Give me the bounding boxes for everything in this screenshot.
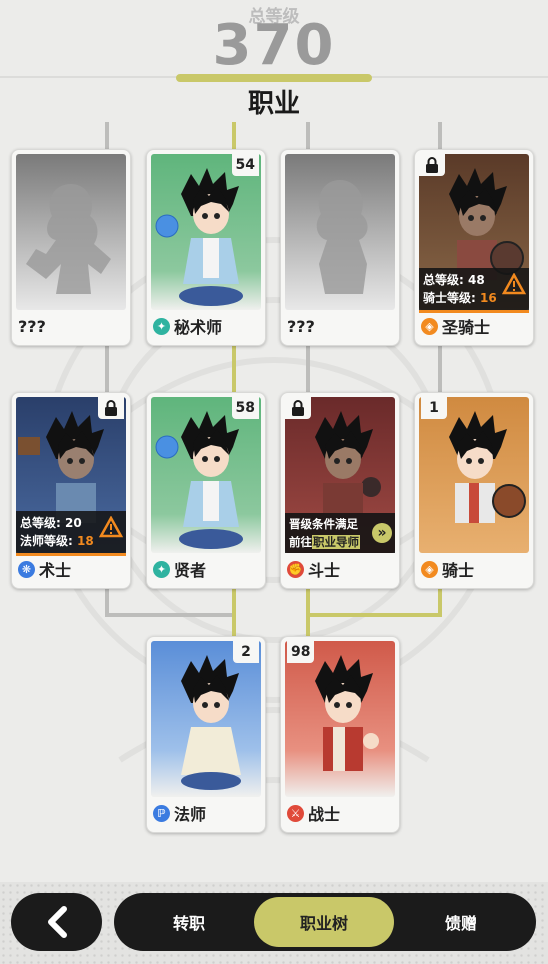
magic-icon: ℙ	[153, 804, 170, 822]
card-brawler[interactable]: 晋级条件满足 前往职业导师 » ✊ 斗士	[280, 392, 400, 589]
promo-text: 前往	[289, 535, 312, 549]
lock-icon	[285, 397, 311, 419]
req-label: 总等级:	[20, 516, 61, 530]
shield-icon: ◈	[421, 560, 438, 578]
sage-portrait	[151, 397, 261, 553]
card-unknown-1[interactable]: ???	[11, 149, 131, 346]
card-sage[interactable]: 58 ✦ 贤者	[146, 392, 266, 589]
class-name: 战士	[308, 805, 341, 824]
arcanist-portrait	[151, 154, 261, 310]
promotion-ready-box[interactable]: 晋级条件满足 前往职业导师 »	[285, 513, 395, 553]
class-name: 秘术师	[174, 318, 223, 337]
double-chevron-icon: »	[372, 523, 392, 543]
fist-icon: ✊	[287, 560, 304, 578]
card-paladin[interactable]: 总等级: 48 骑士等级: 16 ◈ 圣骑士	[414, 149, 534, 346]
card-warrior[interactable]: 98 ⚔ 战士	[280, 636, 400, 833]
back-button[interactable]	[11, 893, 102, 951]
class-name: 斗士	[308, 561, 341, 580]
silhouette-portrait	[16, 154, 126, 310]
class-level-count: 54	[231, 154, 259, 176]
requirement-box: 总等级: 20 法师等级: 18	[16, 511, 126, 553]
card-mage[interactable]: 2 ℙ 法师	[146, 636, 266, 833]
flame-icon: ❋	[18, 560, 35, 578]
req-value: 18	[77, 534, 94, 548]
class-name: 法师	[174, 805, 207, 824]
class-level-count: 98	[287, 641, 315, 663]
class-level-count: 2	[233, 641, 259, 663]
class-name: 圣骑士	[442, 318, 491, 337]
warning-icon	[99, 516, 123, 538]
warrior-portrait	[285, 641, 395, 797]
card-knight[interactable]: 1 ◈ 骑士	[414, 392, 534, 589]
swirl-icon: ✦	[153, 560, 170, 578]
card-unknown-2[interactable]: ???	[280, 149, 400, 346]
class-name: ???	[18, 316, 46, 336]
tab-gift[interactable]: 馈赠	[406, 897, 516, 947]
promo-highlight: 职业导师	[312, 535, 360, 549]
req-value: 16	[480, 291, 497, 305]
req-label: 总等级:	[423, 273, 464, 287]
req-label: 骑士等级:	[423, 291, 476, 305]
bottom-tab-bar: 转职 职业树 馈赠	[114, 893, 536, 951]
chevron-left-icon	[47, 906, 67, 938]
req-label: 法师等级:	[20, 534, 73, 548]
class-name: 术士	[39, 561, 72, 580]
requirement-strip	[16, 553, 126, 556]
swirl-icon: ✦	[153, 317, 170, 335]
warning-icon	[502, 273, 526, 295]
class-name: 贤者	[174, 561, 207, 580]
silhouette-portrait	[285, 154, 395, 310]
knight-portrait	[419, 397, 529, 553]
class-name: 骑士	[442, 561, 475, 580]
requirement-strip	[419, 310, 529, 313]
class-level-count: 1	[421, 397, 447, 419]
card-arcanist[interactable]: 54 ✦ 秘术师	[146, 149, 266, 346]
mage-portrait	[151, 641, 261, 797]
class-name: ???	[287, 316, 315, 336]
lock-icon	[98, 397, 124, 419]
sword-icon: ⚔	[287, 804, 304, 822]
tab-transfer[interactable]: 转职	[134, 897, 244, 947]
tab-class-tree[interactable]: 职业树	[254, 897, 394, 947]
card-warlock[interactable]: 总等级: 20 法师等级: 18 ❋ 术士	[11, 392, 131, 589]
req-value: 48	[468, 273, 485, 287]
shield-icon: ◈	[421, 317, 438, 335]
class-level-count: 58	[231, 397, 259, 419]
requirement-box: 总等级: 48 骑士等级: 16	[419, 268, 529, 310]
req-value: 20	[65, 516, 82, 530]
lock-icon	[419, 154, 445, 176]
